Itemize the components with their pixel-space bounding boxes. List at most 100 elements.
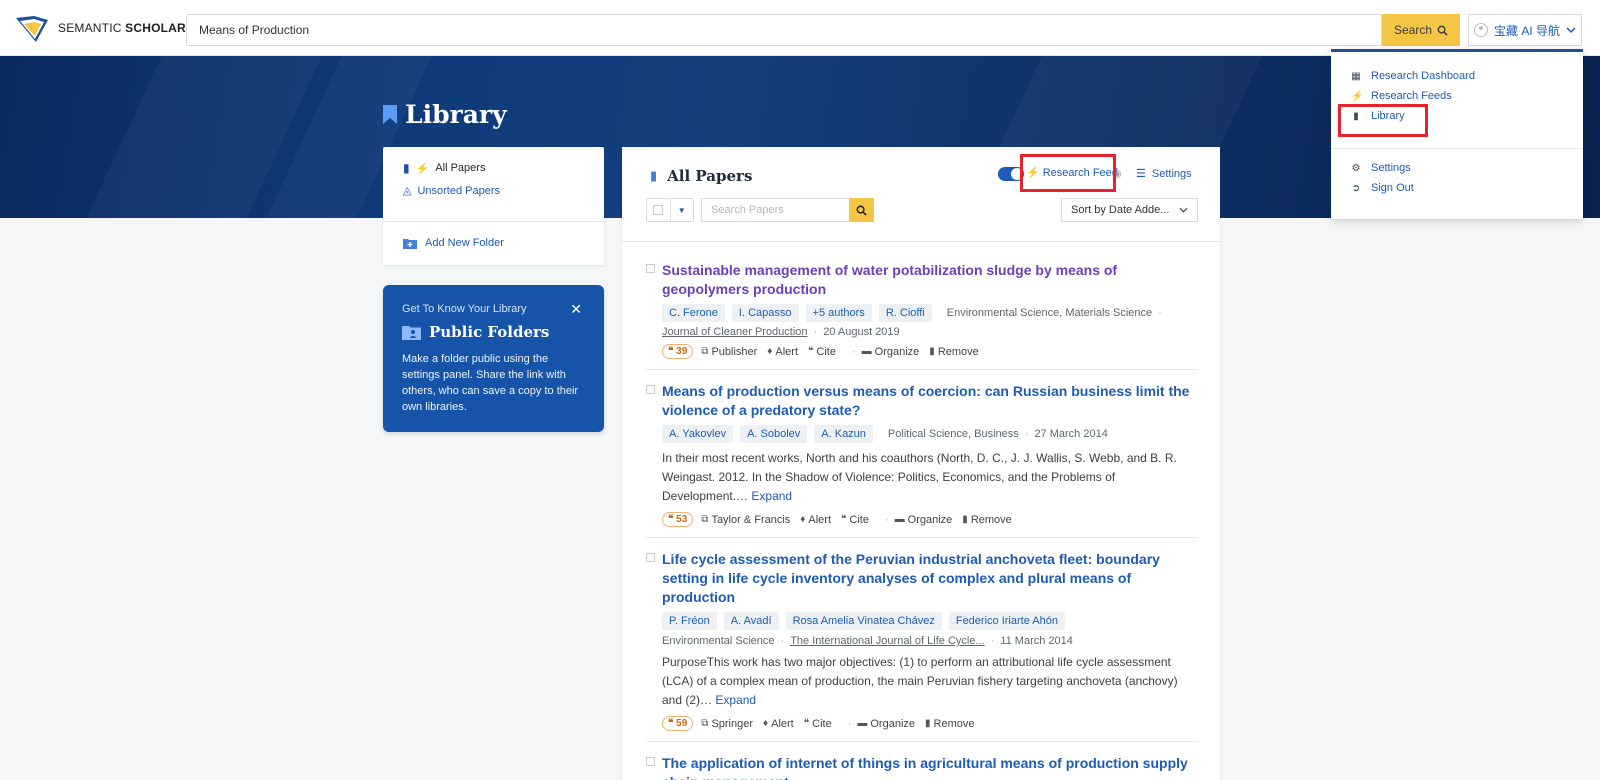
paper-item: Sustainable management of water potabili… <box>646 261 1198 370</box>
fields-of-study: Environmental Science <box>662 635 775 647</box>
page-title: Library <box>383 100 507 129</box>
select-all-checkbox[interactable] <box>647 199 671 221</box>
papers-panel: ▮ All Papers ⚡ Research Feed ◉ ☰ Setting… <box>622 147 1220 780</box>
bell-icon: ♦ <box>763 718 769 729</box>
separator: · <box>780 635 785 647</box>
remove-button[interactable]: ▮ Remove <box>929 346 978 358</box>
chevron-down-icon[interactable]: ▼ <box>671 199 694 221</box>
papers-panel-title-text: All Papers <box>667 167 753 185</box>
publication-date: 11 March 2014 <box>1000 635 1073 647</box>
paper-checkbox[interactable] <box>646 385 655 394</box>
settings-label: Settings <box>1151 167 1192 180</box>
author-link[interactable]: R. Cioffi <box>878 304 932 322</box>
close-icon[interactable]: ✕ <box>570 301 582 318</box>
expand-link[interactable]: Expand <box>751 489 792 503</box>
paper-checkbox[interactable] <box>646 757 655 766</box>
external-link-icon: ⧉ <box>701 346 709 357</box>
citation-count-badge[interactable]: ❝ 59 <box>662 716 694 731</box>
alert-button[interactable]: ♦ Alert <box>763 718 794 730</box>
organize-button[interactable]: ▬ Organize <box>862 346 920 358</box>
separator: · <box>990 635 995 647</box>
expand-link[interactable]: Expand <box>715 693 756 707</box>
publisher-link[interactable]: ⧉ Springer <box>701 718 753 730</box>
author-link[interactable]: Rosa Amelia Vinatea Chávez <box>785 612 942 630</box>
menu-item-label: Settings <box>1371 162 1411 174</box>
paper-search-input[interactable] <box>702 199 849 221</box>
publisher-link[interactable]: ⧉ Taylor & Francis <box>701 514 790 526</box>
add-new-folder-button[interactable]: Add New Folder <box>403 237 504 249</box>
menu-item-label: Research Feeds <box>1371 90 1452 102</box>
bell-icon: ♦ <box>767 346 773 357</box>
bolt-icon: ⚡ <box>1351 90 1364 102</box>
menu-item-research-feeds[interactable]: ⚡ Research Feeds <box>1351 90 1452 102</box>
external-link-icon: ⧉ <box>701 718 709 729</box>
separator: · <box>1158 307 1162 319</box>
cite-button[interactable]: ❝ Cite <box>808 346 836 358</box>
author-link[interactable]: A. Kazun <box>814 425 873 443</box>
shared-folder-icon <box>402 325 421 340</box>
paper-checkbox[interactable] <box>646 264 655 273</box>
separator: · <box>847 717 852 730</box>
sidebar-item-all-papers[interactable]: ▮ ⚡ All Papers <box>403 161 485 175</box>
bookmark-remove-icon: ▮ <box>962 514 968 525</box>
search-icon <box>1437 25 1448 36</box>
paper-title-link[interactable]: Means of production versus means of coer… <box>662 382 1198 420</box>
venue-link[interactable]: The International Journal of Life Cycle.… <box>790 635 984 647</box>
paper-checkbox[interactable] <box>646 553 655 562</box>
main-search-box <box>186 14 1382 46</box>
publication-date: 20 August 2019 <box>823 326 900 338</box>
venue-link[interactable]: Journal of Cleaner Production <box>662 326 808 338</box>
author-link[interactable]: A. Yakovlev <box>662 425 734 443</box>
bulk-select-control[interactable]: ▼ <box>646 198 694 222</box>
paper-meta: P. Fréon A. Avadí Rosa Amelia Vinatea Ch… <box>662 612 1198 630</box>
user-menu-button[interactable]: 宝藏 AI 导航 <box>1468 14 1582 46</box>
fields-of-study: Environmental Science, Materials Science <box>946 307 1153 319</box>
paper-search-button[interactable] <box>849 198 874 222</box>
more-authors-button[interactable]: +5 authors <box>805 304 872 322</box>
folder-settings-link[interactable]: ☰ Settings <box>1136 167 1192 181</box>
add-folder-label: Add New Folder <box>425 237 504 249</box>
menu-item-label: Sign Out <box>1371 182 1414 194</box>
alert-button[interactable]: ♦ Alert <box>800 514 831 526</box>
menu-item-research-dashboard[interactable]: ▦ Research Dashboard <box>1351 70 1475 82</box>
organize-button[interactable]: ▬ Organize <box>895 514 953 526</box>
add-folder-icon <box>403 238 417 249</box>
promo-title-text: Public Folders <box>429 323 550 341</box>
author-link[interactable]: A. Sobolev <box>740 425 808 443</box>
cite-button[interactable]: ❝ Cite <box>841 514 869 526</box>
paper-title-link[interactable]: Life cycle assessment of the Peruvian in… <box>662 550 1198 607</box>
alert-button[interactable]: ♦ Alert <box>767 346 798 358</box>
citation-count-badge[interactable]: ❝ 53 <box>662 512 694 527</box>
external-link-icon: ⧉ <box>701 514 709 525</box>
sidebar-item-label: All Papers <box>435 162 486 174</box>
paper-search-box <box>701 198 849 222</box>
sidebar-item-unsorted-papers[interactable]: ◬ Unsorted Papers <box>403 184 500 198</box>
sort-select[interactable]: Sort by Date Adde... <box>1061 198 1198 222</box>
separator: · <box>1024 428 1029 440</box>
divider <box>1331 148 1583 149</box>
main-search-input[interactable] <box>187 15 1381 45</box>
author-link[interactable]: I. Capasso <box>731 304 799 322</box>
remove-button[interactable]: ▮ Remove <box>962 514 1011 526</box>
publisher-link[interactable]: ⧉ Publisher <box>701 346 757 358</box>
paper-item: The application of internet of things in… <box>646 754 1198 780</box>
search-icon <box>856 205 867 216</box>
cite-button[interactable]: ❝ Cite <box>804 718 832 730</box>
bookmark-remove-icon: ▮ <box>929 346 935 357</box>
citation-count-badge[interactable]: ❝ 39 <box>662 344 694 359</box>
search-button[interactable]: Search <box>1382 14 1460 46</box>
document-icon: ▮ <box>403 161 410 175</box>
semantic-scholar-logo[interactable]: SEMANTIC SCHOLAR <box>14 12 186 44</box>
menu-item-settings[interactable]: ⚙ Settings <box>1351 162 1411 174</box>
author-link[interactable]: Federico Iriarte Ahón <box>948 612 1065 630</box>
menu-item-sign-out[interactable]: ➲ Sign Out <box>1351 182 1414 194</box>
bookmark-remove-icon: ▮ <box>925 718 931 729</box>
sort-select-value: Sort by Date Adde... <box>1071 204 1170 216</box>
organize-button[interactable]: ▬ Organize <box>857 718 915 730</box>
remove-button[interactable]: ▮ Remove <box>925 718 974 730</box>
paper-title-link[interactable]: Sustainable management of water potabili… <box>662 261 1198 299</box>
paper-title-link[interactable]: The application of internet of things in… <box>662 754 1198 780</box>
author-link[interactable]: C. Ferone <box>662 304 725 322</box>
author-link[interactable]: P. Fréon <box>662 612 717 630</box>
author-link[interactable]: A. Avadí <box>723 612 779 630</box>
